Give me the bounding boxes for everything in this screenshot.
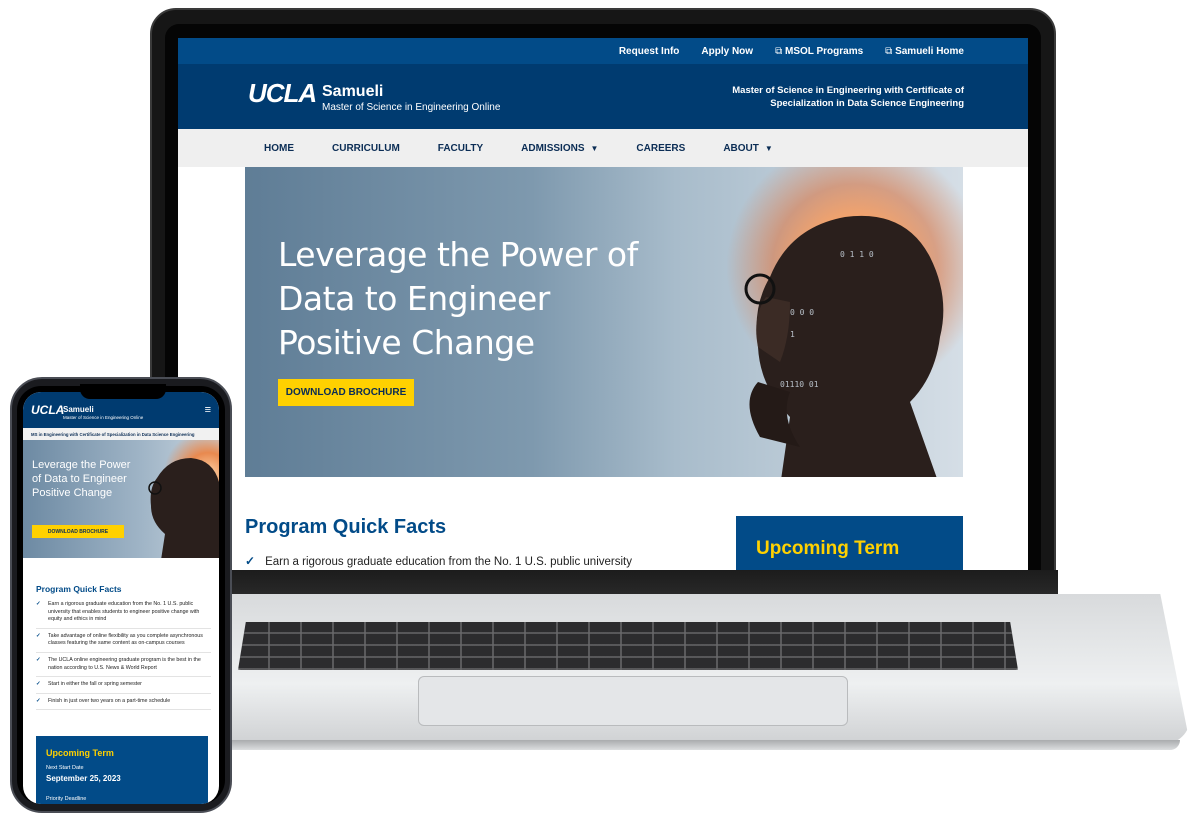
svg-text:0 1 1 0: 0 1 1 0 (840, 250, 874, 259)
phone-notch (80, 384, 166, 399)
mobile-screen: UCLA Samueli Master of Science in Engine… (23, 392, 219, 804)
next-start-label: Next Start Date (46, 765, 84, 771)
laptop-trackpad (418, 676, 848, 726)
hamburger-icon[interactable]: ≡ (205, 405, 211, 416)
mobile-hero-person-image (148, 458, 219, 558)
download-brochure-button[interactable]: DOWNLOAD BROCHURE (278, 379, 414, 406)
chevron-down-icon: ▼ (590, 143, 599, 153)
upcoming-term-card: Upcoming Term (736, 516, 963, 570)
logo-ucla: UCLA (248, 78, 317, 108)
logo-samueli: Samueli (322, 83, 384, 100)
mobile-logo-subtitle: Master of Science in Engineering Online (63, 415, 144, 420)
svg-text:1: 1 (790, 330, 795, 339)
chevron-down-icon: ▼ (764, 143, 773, 153)
nav-admissions[interactable]: ADMISSIONS ▼ (521, 143, 598, 154)
svg-text:0 0 0: 0 0 0 (790, 308, 814, 317)
mobile-logo-ucla[interactable]: UCLA (31, 403, 64, 417)
samueli-home-link[interactable]: Samueli Home (885, 46, 964, 57)
ucla-samueli-logo[interactable]: UCLA Samueli Master of Science in Engine… (248, 78, 500, 113)
mobile-hero-title: Leverage the Power of Data to Engineer P… (32, 459, 131, 499)
list-item: Take advantage of online flexibility as … (36, 633, 211, 653)
laptop-keyboard-rows (238, 622, 1018, 670)
upcoming-term-heading: Upcoming Term (756, 538, 900, 559)
request-info-link[interactable]: Request Info (619, 46, 680, 57)
nav-about-label: ABOUT (723, 142, 759, 154)
apply-now-link[interactable]: Apply Now (701, 46, 753, 57)
nav-home-label: HOME (264, 142, 294, 154)
quick-facts-heading: Program Quick Facts (245, 516, 447, 538)
laptop-front-edge (210, 740, 1180, 750)
next-start-date: September 25, 2023 (46, 774, 121, 783)
utility-nav: Request Info Apply Now MSOL Programs Sam… (178, 38, 1028, 64)
list-item: Finish in just over two years on a part-… (36, 698, 211, 711)
mobile-upcoming-term-heading: Upcoming Term (46, 748, 114, 758)
mobile-upcoming-term-card: Upcoming Term Next Start Date September … (36, 736, 208, 804)
main-nav: HOME CURRICULUM FACULTY ADMISSIONS ▼ CARE… (178, 129, 1028, 167)
nav-careers-label: CAREERS (636, 142, 686, 154)
nav-about[interactable]: ABOUT ▼ (723, 143, 772, 154)
logo-subtitle: Master of Science in Engineering Online (322, 102, 501, 113)
program-tagline: Master of Science in Engineering with Ce… (732, 85, 964, 109)
checkmark-icon: ✓ (245, 554, 256, 568)
hero-person-image: 0 0 0 1 0 1 1 0 01110 01 (744, 215, 944, 477)
mobile-logo-samueli: Samueli (63, 405, 94, 414)
desktop-screen: Request Info Apply Now MSOL Programs Sam… (178, 38, 1028, 570)
nav-faculty[interactable]: FACULTY (438, 143, 483, 154)
nav-curriculum-label: CURRICULUM (332, 142, 400, 154)
mobile-program-tagline: MS in Engineering with Certificate of Sp… (23, 428, 219, 440)
nav-careers[interactable]: CAREERS (636, 143, 685, 154)
mobile-quick-facts-list: Earn a rigorous graduate education from … (36, 601, 211, 714)
mobile-download-brochure-button[interactable]: DOWNLOAD BROCHURE (32, 525, 124, 538)
list-item: The UCLA online engineering graduate pro… (36, 657, 211, 678)
msol-programs-link[interactable]: MSOL Programs (775, 46, 863, 57)
hero-title: Leverage the Power of Data to Engineer P… (278, 235, 638, 362)
nav-faculty-label: FACULTY (437, 142, 484, 154)
nav-admissions-label: ADMISSIONS (521, 142, 585, 154)
quick-fact-item: ✓ Earn a rigorous graduate education from… (245, 554, 632, 568)
mobile-hero-banner: Leverage the Power of Data to Engineer P… (23, 440, 219, 558)
hero-banner: 0 0 0 1 0 1 1 0 01110 01 Leverage the Po… (245, 167, 963, 477)
list-item: Start in either the fall or spring semes… (36, 681, 211, 694)
svg-text:01110 01: 01110 01 (780, 380, 819, 389)
nav-home[interactable]: HOME (264, 143, 294, 154)
mobile-quick-facts-heading: Program Quick Facts (36, 584, 122, 594)
quick-fact-text: Earn a rigorous graduate education from … (265, 556, 632, 568)
list-item: Earn a rigorous graduate education from … (36, 601, 211, 629)
site-header: UCLA Samueli Master of Science in Engine… (178, 64, 1028, 129)
priority-deadline-label: Priority Deadline (46, 796, 87, 802)
nav-curriculum[interactable]: CURRICULUM (332, 143, 400, 154)
